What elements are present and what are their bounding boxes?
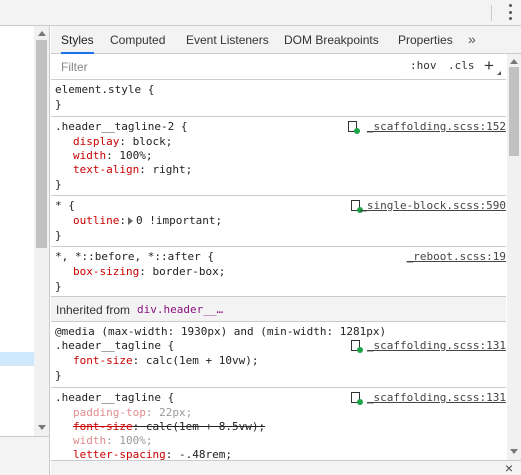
rule-selector[interactable]: *, *::before, *::after {	[55, 250, 214, 264]
styles-pane: element.style { } .header__tagline-2 { _…	[51, 80, 506, 460]
selected-node-highlight[interactable]	[0, 352, 34, 366]
close-icon[interactable]: ×	[505, 460, 513, 475]
more-tabs-chevron-icon[interactable]: »	[468, 26, 476, 54]
property-name[interactable]: box-sizing	[73, 265, 139, 278]
styles-filter-bar: :hov .cls +	[51, 54, 506, 80]
source-file-icon	[348, 121, 360, 134]
elements-pane	[0, 26, 50, 436]
rule-header-tagline-2: .header__tagline-2 { _scaffolding.scss:1…	[51, 117, 506, 196]
property-name[interactable]: text-align	[73, 163, 139, 176]
sidebar-tabs: Styles Computed Event Listeners DOM Brea…	[51, 26, 521, 54]
property-name[interactable]: font-size	[73, 354, 133, 367]
declaration-inactive[interactable]: padding-top: 22px;	[73, 406, 192, 420]
rule-close-brace: }	[55, 98, 62, 111]
property-value[interactable]: 22px;	[159, 406, 192, 419]
rule-close-brace: }	[55, 178, 62, 191]
source-link[interactable]: _scaffolding.scss:152	[367, 120, 506, 134]
tab-dom-breakpoints[interactable]: DOM Breakpoints	[284, 26, 379, 54]
source-link[interactable]: _scaffolding.scss:131	[367, 339, 506, 353]
source-file-icon	[351, 340, 363, 353]
property-value[interactable]: right;	[152, 163, 192, 176]
new-rule-menu-corner-icon[interactable]	[497, 71, 501, 75]
filter-input-background	[54, 57, 399, 77]
declaration[interactable]: width: 100%;	[73, 149, 153, 163]
property-value[interactable]: calc(1em + 8.5vw);	[146, 420, 265, 433]
declaration[interactable]: box-sizing: border-box;	[73, 265, 225, 279]
tab-styles[interactable]: Styles	[61, 26, 94, 54]
rule-header-tagline: .header__tagline { _scaffolding.scss:131…	[51, 388, 506, 460]
source-link[interactable]: _single-block.scss:590	[360, 199, 506, 213]
property-name[interactable]: width	[73, 149, 106, 162]
property-value[interactable]: border-box;	[152, 265, 225, 278]
property-value[interactable]: 100%;	[119, 149, 152, 162]
elements-scrollbar[interactable]	[34, 26, 49, 436]
scroll-up-icon[interactable]	[38, 31, 46, 36]
rule-selector[interactable]: * {	[55, 199, 75, 213]
scroll-up-icon[interactable]	[510, 59, 518, 64]
tab-event-listeners[interactable]: Event Listeners	[186, 26, 269, 54]
filter-input[interactable]	[54, 57, 399, 76]
declaration[interactable]: display: block;	[73, 135, 172, 149]
property-name[interactable]: padding-top	[73, 406, 146, 419]
rule-element-style: element.style { }	[51, 80, 506, 117]
rule-close-brace: }	[55, 369, 62, 382]
rule-box-sizing: *, *::before, *::after { _reboot.scss:19…	[51, 247, 506, 297]
breadcrumb-bar	[0, 436, 50, 475]
rule-close-brace: }	[55, 229, 62, 242]
expand-shorthand-icon[interactable]	[127, 217, 133, 225]
property-value[interactable]: block;	[133, 135, 173, 148]
property-value[interactable]: -.48rem;	[179, 448, 232, 460]
styles-scrollbar[interactable]	[507, 54, 521, 460]
property-name[interactable]: letter-spacing	[73, 448, 166, 460]
kebab-menu-icon[interactable]	[505, 4, 515, 20]
rule-universal: * { _single-block.scss:590 outline: 0 !im…	[51, 196, 506, 247]
rule-selector[interactable]: .header__tagline {	[55, 391, 174, 405]
hov-toggle-button[interactable]: :hov	[410, 59, 437, 72]
rule-selector[interactable]: .header__tagline-2 {	[55, 120, 187, 134]
property-value[interactable]: 100%;	[119, 434, 152, 447]
cls-toggle-button[interactable]: .cls	[448, 59, 475, 72]
tab-properties[interactable]: Properties	[398, 26, 453, 54]
inherited-node-link[interactable]: div.header__…	[137, 303, 223, 316]
scroll-down-icon[interactable]	[510, 449, 518, 454]
source-link[interactable]: _scaffolding.scss:131	[367, 391, 506, 405]
source-link[interactable]: _reboot.scss:19	[407, 250, 506, 264]
tab-computed[interactable]: Computed	[110, 26, 165, 54]
rule-close-brace: }	[55, 280, 62, 293]
rule-selector[interactable]: element.style {	[55, 83, 154, 97]
property-name[interactable]: outline	[73, 214, 119, 227]
rule-selector[interactable]: .header__tagline {	[55, 339, 174, 353]
property-value[interactable]: 0 !important;	[136, 214, 222, 227]
declaration-inactive[interactable]: width: 100%;	[73, 434, 153, 448]
property-value[interactable]: calc(1em + 10vw);	[146, 354, 259, 367]
scrollbar-thumb[interactable]	[36, 40, 47, 248]
scroll-down-icon[interactable]	[38, 425, 46, 430]
declaration-overridden[interactable]: font-size: calc(1em + 8.5vw);	[73, 420, 265, 434]
property-name[interactable]: display	[73, 135, 119, 148]
drawer-bar: ×	[51, 460, 521, 475]
declaration[interactable]: outline: 0 !important;	[73, 214, 222, 228]
source-file-icon	[351, 392, 363, 405]
toolbar-separator	[491, 5, 492, 21]
declaration[interactable]: letter-spacing: -.48rem;	[73, 448, 232, 460]
rule-header-tagline-media: @media (max-width: 1930px) and (min-widt…	[51, 322, 506, 388]
inherited-from-section: Inherited from div.header__…	[51, 297, 506, 322]
declaration[interactable]: font-size: calc(1em + 10vw);	[73, 354, 258, 368]
new-style-rule-button[interactable]: +	[484, 55, 494, 77]
property-name[interactable]: width	[73, 434, 106, 447]
inherited-from-label: Inherited from	[56, 303, 131, 317]
media-query: @media (max-width: 1930px) and (min-widt…	[55, 325, 387, 338]
source-file-icon	[351, 200, 363, 213]
declaration[interactable]: text-align: right;	[73, 163, 192, 177]
scrollbar-thumb[interactable]	[509, 67, 519, 156]
property-name[interactable]: font-size	[73, 420, 133, 433]
devtools-toolbar	[0, 0, 521, 26]
